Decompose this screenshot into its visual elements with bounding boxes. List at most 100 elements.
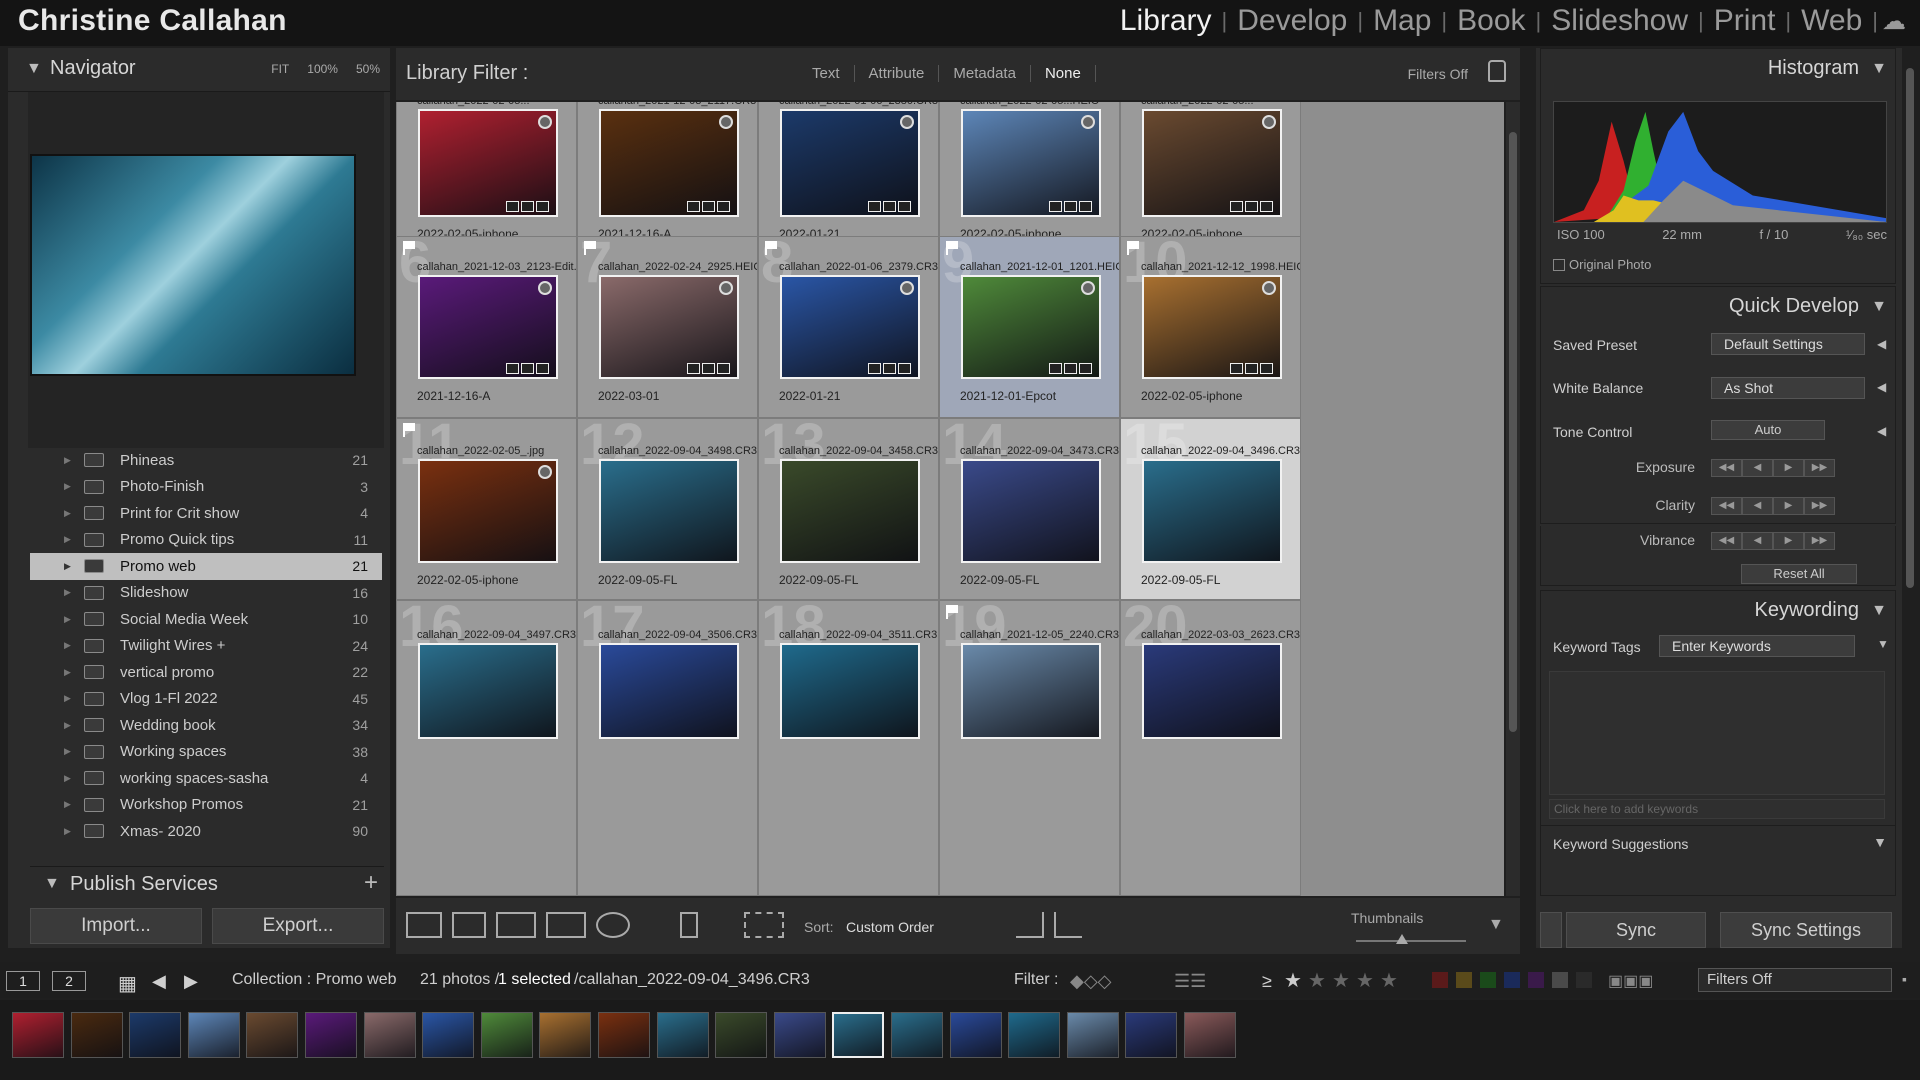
collection-badge-icon[interactable] — [521, 201, 534, 212]
filmstrip-thumbnail[interactable] — [949, 1012, 1002, 1058]
kind-filter-icon[interactable]: ▣▣▣ — [1608, 971, 1653, 991]
star-icon[interactable]: ★ — [1308, 968, 1326, 993]
edit-badge-icon[interactable] — [1079, 363, 1092, 374]
lock-icon[interactable]: ▪ — [1902, 971, 1907, 987]
clarity-stepper[interactable]: ◀◀ ◀ ▶ ▶▶ — [1711, 497, 1835, 515]
grid-cell[interactable]: 10 callahan_2021-12-12_1998.HEIC 2022-02-0… — [1120, 236, 1301, 418]
step-up-icon[interactable]: ▶ — [1773, 532, 1804, 550]
expand-down-triangle-icon[interactable]: ▼ — [1877, 637, 1889, 651]
keywording-header[interactable]: Keywording ▼ — [1541, 591, 1895, 631]
quick-collection-dot-icon[interactable] — [1262, 281, 1276, 295]
rating-operator-icon[interactable]: ≥ — [1262, 971, 1272, 992]
edit-badge-icon[interactable] — [717, 363, 730, 374]
filmstrip-thumbnail[interactable] — [70, 1012, 123, 1058]
expand-triangle-icon[interactable]: ▶ — [64, 587, 84, 598]
expand-triangle-icon[interactable]: ▶ — [64, 614, 84, 625]
source-indicator[interactable]: Collection : Promo web — [232, 971, 397, 989]
collapse-triangle-icon[interactable]: ▼ — [26, 60, 42, 78]
step-up-big-icon[interactable]: ▶▶ — [1804, 459, 1835, 477]
grid-cell[interactable]: 20 callahan_2022-03-03_2623.CR3 — [1120, 600, 1301, 896]
step-down-icon[interactable]: ◀ — [1742, 497, 1773, 515]
filmstrip-thumbnail[interactable] — [656, 1012, 709, 1058]
photo-thumbnail[interactable] — [780, 643, 920, 739]
comment-badge-icon[interactable] — [1049, 201, 1062, 212]
collapse-triangle-icon[interactable]: ▼ — [44, 875, 60, 893]
expand-left-triangle-icon[interactable]: ◀ — [1877, 380, 1886, 394]
grid-cell[interactable]: 15 callahan_2022-09-04_3496.CR3 2022-09-05… — [1120, 418, 1301, 600]
collapse-triangle-icon[interactable]: ▼ — [1871, 298, 1887, 316]
scroll-thumb[interactable] — [1906, 68, 1914, 588]
edit-badge-icon[interactable] — [536, 201, 549, 212]
green-label-swatch[interactable] — [1480, 972, 1496, 988]
photo-thumbnail[interactable] — [1142, 459, 1282, 563]
collection-item[interactable]: ▶ Promo Quick tips 11 — [30, 527, 382, 554]
expand-triangle-icon[interactable]: ▶ — [64, 534, 84, 545]
add-keywords-input[interactable]: Click here to add keywords — [1549, 799, 1885, 819]
step-down-big-icon[interactable]: ◀◀ — [1711, 497, 1742, 515]
checkbox-icon[interactable] — [1553, 259, 1565, 271]
back-arrow-icon[interactable]: ◀ — [152, 971, 166, 992]
collapse-triangle-icon[interactable]: ▼ — [1871, 60, 1887, 78]
add-icon[interactable]: + — [364, 869, 378, 897]
edit-filter-icon[interactable]: ☰☰ — [1174, 971, 1206, 992]
quick-collection-dot-icon[interactable] — [900, 115, 914, 129]
collection-badge-icon[interactable] — [883, 201, 896, 212]
sync-button[interactable]: Sync — [1566, 912, 1706, 948]
photo-thumbnail[interactable] — [599, 643, 739, 739]
thumbnail-size-slider[interactable] — [1356, 940, 1466, 942]
quick-collection-dot-icon[interactable] — [900, 281, 914, 295]
comment-badge-icon[interactable] — [687, 363, 700, 374]
filmstrip-thumbnail[interactable] — [422, 1012, 475, 1058]
collection-item[interactable]: ▶ vertical promo 22 — [30, 659, 382, 686]
filter-preset-select[interactable]: Filters Off — [1408, 66, 1468, 82]
expand-triangle-icon[interactable]: ▶ — [64, 508, 84, 519]
step-up-big-icon[interactable]: ▶▶ — [1804, 532, 1835, 550]
grid-cell[interactable]: 12 callahan_2022-09-04_3498.CR3 2022-09-05… — [577, 418, 758, 600]
filmstrip-thumbnail[interactable] — [1184, 1012, 1236, 1058]
sort-select[interactable]: Custom Order — [846, 919, 934, 935]
export-button[interactable]: Export... — [212, 908, 384, 944]
rotate-left-icon[interactable] — [1016, 912, 1044, 938]
photo-thumbnail[interactable] — [780, 459, 920, 563]
filmstrip-thumbnail[interactable] — [1008, 1012, 1061, 1058]
keyword-suggestions-header[interactable]: Keyword Suggestions ▼ — [1541, 825, 1895, 859]
publish-services-header[interactable]: ▼ Publish Services + — [30, 866, 384, 902]
red-label-swatch[interactable] — [1432, 972, 1448, 988]
step-up-icon[interactable]: ▶ — [1773, 497, 1804, 515]
edit-badge-icon[interactable] — [1079, 201, 1092, 212]
toolbar-menu-chevron-icon[interactable]: ▼ — [1488, 916, 1504, 934]
loupe-view-icon[interactable] — [452, 912, 486, 938]
filmstrip-thumbnail[interactable] — [891, 1012, 943, 1058]
painter-icon[interactable] — [680, 912, 698, 938]
no-label-swatch[interactable] — [1576, 972, 1592, 988]
collection-item[interactable]: ▶ Print for Crit show 4 — [30, 500, 382, 527]
filter-text[interactable]: Text — [798, 65, 855, 82]
collection-item[interactable]: ▶ Twilight Wires + 24 — [30, 633, 382, 660]
module-map[interactable]: Map — [1367, 4, 1437, 38]
quick-collection-dot-icon[interactable] — [1081, 115, 1095, 129]
filmstrip-thumbnail[interactable] — [715, 1012, 768, 1058]
filmstrip-filter-select[interactable]: Filters Off — [1698, 968, 1892, 992]
custom-label-swatch[interactable] — [1552, 972, 1568, 988]
collection-item[interactable]: ▶ working spaces-sasha 4 — [30, 765, 382, 792]
quick-collection-dot-icon[interactable] — [538, 281, 552, 295]
navigator-header[interactable]: ▼ Navigator FIT 100% 50% — [8, 48, 390, 92]
module-web[interactable]: Web — [1795, 4, 1868, 38]
comment-badge-icon[interactable] — [1230, 363, 1243, 374]
import-button[interactable]: Import... — [30, 908, 202, 944]
photo-thumbnail[interactable] — [1142, 643, 1282, 739]
step-down-big-icon[interactable]: ◀◀ — [1711, 459, 1742, 477]
step-down-icon[interactable]: ◀ — [1742, 459, 1773, 477]
lock-icon[interactable] — [1488, 60, 1506, 82]
filter-attribute[interactable]: Attribute — [855, 65, 940, 82]
original-photo-toggle[interactable]: Original Photo — [1553, 257, 1651, 272]
filmstrip-thumbnail[interactable] — [12, 1012, 64, 1058]
collection-item[interactable]: ▶ Social Media Week 10 — [30, 606, 382, 633]
flag-icon[interactable] — [765, 241, 777, 255]
grid-cell[interactable]: 19 callahan_2021-12-05_2240.CR3 — [939, 600, 1120, 896]
quick-collection-dot-icon[interactable] — [538, 115, 552, 129]
comment-badge-icon[interactable] — [1049, 363, 1062, 374]
expand-triangle-icon[interactable]: ▶ — [64, 481, 84, 492]
people-view-icon[interactable] — [596, 912, 630, 938]
grid-cell[interactable]: 11 callahan_2022-02-05_.jpg 2022-02-05-iph… — [396, 418, 577, 600]
